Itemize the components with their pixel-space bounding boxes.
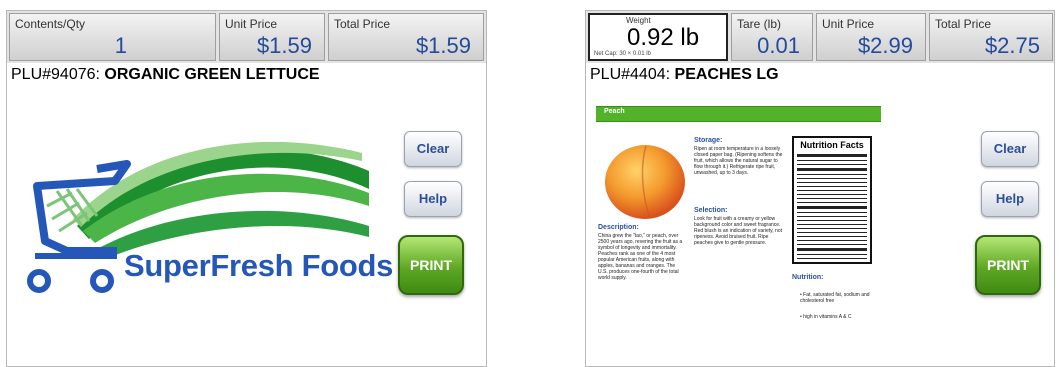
plu-code: PLU#4404: bbox=[590, 66, 671, 83]
description-heading: Description: bbox=[598, 224, 639, 231]
contents-qty-label: Contents/Qty bbox=[15, 17, 86, 31]
clear-button[interactable]: Clear bbox=[404, 131, 462, 167]
plu-code: PLU#94076: bbox=[11, 66, 100, 83]
header-bar: Weight 0.92 lb Net Cap: 30 × 0.01 lb Tar… bbox=[586, 11, 1054, 63]
contents-qty-value: 1 bbox=[114, 33, 127, 58]
nutrition-facts-title: Nutrition Facts bbox=[800, 140, 864, 150]
weight-value: 0.92 lb bbox=[627, 24, 700, 51]
unit-price-cell: Unit Price $1.59 bbox=[219, 13, 325, 61]
unit-price-value: $1.59 bbox=[256, 33, 312, 58]
help-button[interactable]: Help bbox=[981, 181, 1039, 217]
nutrition-item: • high in vitamins A & C bbox=[800, 314, 852, 320]
tare-label: Tare (lb) bbox=[737, 17, 782, 31]
total-price-value: $2.75 bbox=[984, 33, 1040, 58]
info-card-title: Peach bbox=[604, 108, 625, 115]
nutrition-heading: Nutrition: bbox=[792, 274, 824, 281]
nutrition-item-text: Fat, saturated fat, sodium and cholester… bbox=[800, 292, 870, 304]
nutrition-facts-label: Nutrition Facts bbox=[792, 136, 872, 264]
peach-icon bbox=[605, 145, 685, 219]
unit-price-cell: Unit Price $2.99 bbox=[816, 13, 926, 61]
selection-heading: Selection: bbox=[694, 207, 728, 214]
product-title: PLU#94076: ORGANIC GREEN LETTUCE bbox=[11, 66, 320, 84]
product-name: PEACHES LG bbox=[674, 66, 779, 83]
nutrition-item-text: high in vitamins A & C bbox=[803, 314, 852, 320]
info-card-title-bar: Peach bbox=[596, 106, 881, 122]
total-price-label: Total Price bbox=[334, 17, 391, 31]
selection-text: Look for fruit with a creamy or yellow b… bbox=[694, 216, 783, 246]
contents-qty-cell: Contents/Qty 1 bbox=[9, 13, 216, 61]
help-button[interactable]: Help bbox=[404, 181, 462, 217]
total-price-cell: Total Price $1.59 bbox=[328, 13, 484, 61]
description-text: China grew the "tao," or peach, over 250… bbox=[598, 233, 683, 281]
unit-price-label: Unit Price bbox=[822, 17, 875, 31]
storage-text: Ripen at room temperature in a loosely c… bbox=[694, 146, 783, 176]
product-title: PLU#4404: PEACHES LG bbox=[590, 66, 779, 84]
right-scale-screen: Weight 0.92 lb Net Cap: 30 × 0.01 lb Tar… bbox=[585, 10, 1055, 367]
product-info-card: Peach Storage: Ripen at room temperature… bbox=[596, 106, 881, 366]
total-price-label: Total Price bbox=[935, 17, 992, 31]
print-button[interactable]: PRINT bbox=[975, 235, 1041, 295]
tare-cell: Tare (lb) 0.01 bbox=[731, 13, 813, 61]
unit-price-label: Unit Price bbox=[225, 17, 278, 31]
print-button[interactable]: PRINT bbox=[398, 235, 464, 295]
left-scale-screen: Contents/Qty 1 Unit Price $1.59 Total Pr… bbox=[6, 10, 487, 367]
brand-logo-text: SuperFresh Foods bbox=[124, 248, 394, 283]
storage-heading: Storage: bbox=[694, 137, 723, 144]
header-bar: Contents/Qty 1 Unit Price $1.59 Total Pr… bbox=[7, 11, 486, 63]
weight-capacity-text: Net Cap: 30 × 0.01 lb bbox=[594, 51, 651, 57]
total-price-cell: Total Price $2.75 bbox=[929, 13, 1053, 61]
unit-price-value: $2.99 bbox=[857, 33, 913, 58]
nutrition-item: • Fat, saturated fat, sodium and cholest… bbox=[800, 292, 870, 304]
tare-value: 0.01 bbox=[757, 33, 800, 58]
total-price-value: $1.59 bbox=[415, 33, 471, 58]
product-name: ORGANIC GREEN LETTUCE bbox=[104, 66, 320, 83]
clear-button[interactable]: Clear bbox=[981, 131, 1039, 167]
weight-display: Weight 0.92 lb Net Cap: 30 × 0.01 lb bbox=[588, 13, 728, 61]
